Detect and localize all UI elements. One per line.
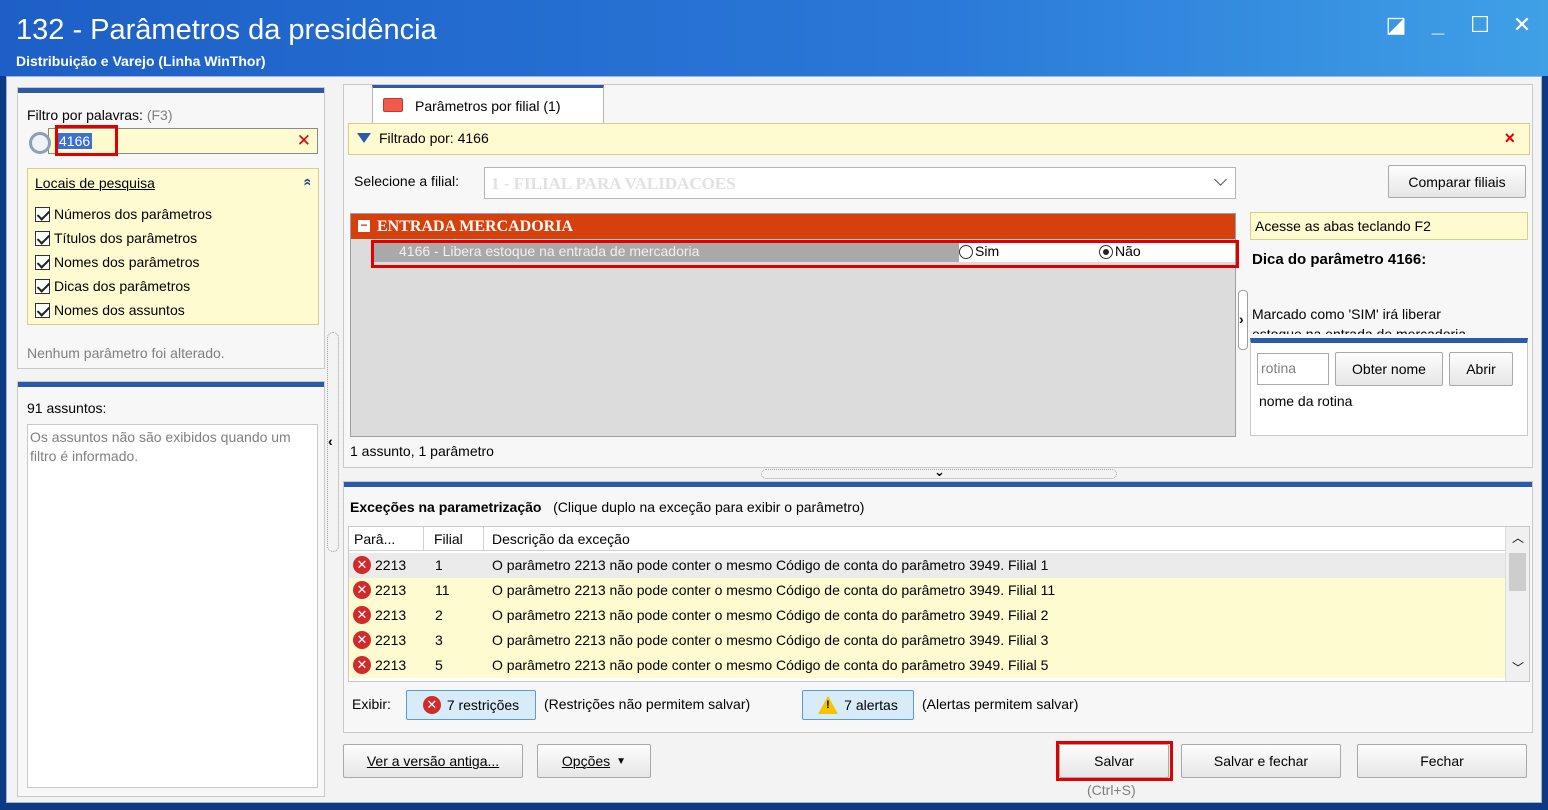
tip-title: Dica do parâmetro 4166: (1252, 251, 1427, 268)
parameter-highlight (371, 240, 1239, 268)
subjects-empty-text: Os assuntos não são exibidos quando um f… (30, 429, 291, 464)
scroll-up-icon[interactable]: ︿ (1512, 529, 1524, 546)
panel-accent (18, 88, 324, 93)
panel-accent (18, 382, 324, 387)
get-name-button[interactable]: Obter nome (1335, 352, 1443, 386)
params-panel: Parâmetros por filial (1) Filtrado por: … (343, 84, 1533, 468)
window-controls: ◪ _ ☐ ✕ (1384, 12, 1534, 38)
table-row[interactable]: ✕ 2213 5 O parâmetro 2213 não pode conte… (349, 653, 1505, 678)
table-row[interactable]: ✕ 2213 1 O parâmetro 2213 não pode conte… (349, 553, 1505, 578)
error-icon: ✕ (353, 581, 371, 599)
maximize-icon[interactable]: ☐ (1468, 12, 1492, 38)
alerts-note: (Alertas permitem salvar) (922, 696, 1079, 712)
exceptions-panel: Exceções na parametrização (Clique duplo… (343, 481, 1533, 733)
scroll-thumb[interactable] (1509, 553, 1526, 591)
search-locations: Locais de pesquisa » Números dos parâmet… (27, 168, 319, 325)
funnel-icon (357, 133, 371, 143)
tip-hint: Acesse as abas teclando F2 (1250, 212, 1528, 240)
minimize-icon[interactable]: _ (1426, 12, 1450, 38)
chevron-down-icon (1214, 173, 1227, 186)
open-button[interactable]: Abrir (1449, 352, 1513, 386)
summary-text: 1 assunto, 1 parâmetro (350, 443, 494, 459)
panel-accent (344, 482, 1532, 487)
filter-banner-text: Filtrado por: 4166 (379, 130, 489, 146)
subjects-count: 91 assuntos: (27, 400, 107, 416)
save-close-button[interactable]: Salvar e fechar (1181, 744, 1341, 778)
checkbox-subject-names[interactable]: Nomes dos assuntos (35, 298, 212, 322)
save-highlight (1056, 741, 1173, 781)
collapse-group-icon[interactable]: − (358, 219, 370, 232)
tab-label: Parâmetros por filial (1) (415, 98, 561, 114)
group-header[interactable]: − ENTRADA MERCADORIA (351, 214, 1235, 239)
branch-value: 1 - FILIAL PARA VALIDACOES (491, 174, 736, 193)
splitter-arrow-icon[interactable]: ‹ (328, 433, 333, 449)
scroll-down-icon[interactable]: ﹀ (1512, 659, 1524, 676)
window-client: Filtro por palavras: (F3) 4166 ✕ Locais … (6, 76, 1542, 803)
clear-filter-icon[interactable]: ✕ (297, 131, 311, 151)
show-label: Exibir: (352, 696, 391, 712)
warning-icon: ! (818, 696, 839, 714)
error-icon: ✕ (422, 696, 441, 714)
restore-icon[interactable]: ◪ (1384, 12, 1408, 38)
routine-name-label: nome da rotina (1259, 393, 1353, 409)
branch-select[interactable]: 1 - FILIAL PARA VALIDACOES (484, 167, 1236, 199)
filter-panel: Filtro por palavras: (F3) 4166 ✕ Locais … (17, 87, 325, 369)
restrictions-button[interactable]: ✕ 7 restrições (406, 690, 536, 720)
tip-body: Marcado como 'SIM' irá liberar estoque na… (1252, 306, 1467, 334)
error-icon: ✕ (353, 631, 371, 649)
error-icon: ✕ (353, 606, 371, 624)
title-bar: 132 - Parâmetros da presidência Distribu… (0, 0, 1548, 76)
old-version-button[interactable]: Ver a versão antiga... (343, 744, 523, 778)
window-title: 132 - Parâmetros da presidência (16, 14, 437, 46)
options-button[interactable]: Opções ▼ (537, 744, 651, 778)
scrollbar[interactable]: ︿ ﹀ (1505, 527, 1529, 681)
table-header: Parâ... Filial Descrição da exceção (349, 527, 1505, 551)
column-description[interactable]: Descrição da exceção (492, 531, 630, 547)
checkbox-param-tips[interactable]: Dicas dos parâmetros (35, 274, 212, 298)
subjects-list[interactable]: Os assuntos não são exibidos quando um f… (27, 424, 318, 788)
table-row[interactable]: ✕ 2213 11 O parâmetro 2213 não pode cont… (349, 578, 1505, 603)
dropdown-arrow-icon: ▼ (616, 755, 627, 767)
column-param[interactable]: Parâ... (354, 531, 395, 547)
filter-label: Filtro por palavras: (F3) (27, 107, 173, 123)
tab-params-by-branch[interactable]: Parâmetros por filial (1) (372, 85, 604, 123)
error-icon: ✕ (353, 656, 371, 674)
group-title: ENTRADA MERCADORIA (377, 218, 574, 235)
folder-icon (383, 98, 403, 112)
exceptions-header: Exceções na parametrização (Clique duplo… (350, 499, 865, 515)
no-change-text: Nenhum parâmetro foi alterado. (27, 345, 225, 361)
exceptions-table: Parâ... Filial Descrição da exceção ✕ 22… (348, 526, 1530, 682)
branch-label: Selecione a filial: (354, 173, 460, 189)
splitter-down-icon[interactable]: ⌄ (934, 464, 945, 480)
checkbox-param-names[interactable]: Nomes dos parâmetros (35, 250, 212, 274)
search-locations-title[interactable]: Locais de pesquisa (35, 175, 155, 191)
search-icon (29, 132, 51, 154)
subjects-panel: 91 assuntos: Os assuntos não são exibido… (17, 381, 325, 797)
column-branch[interactable]: Filial (434, 531, 463, 547)
routine-input[interactable]: rotina (1257, 353, 1329, 385)
parameter-grid: − ENTRADA MERCADORIA 4166 - Libera estoq… (350, 213, 1239, 437)
table-row[interactable]: ✕ 2213 3 O parâmetro 2213 não pode conte… (349, 628, 1505, 653)
checkbox-param-numbers[interactable]: Números dos parâmetros (35, 202, 212, 226)
save-shortcut: (Ctrl+S) (1087, 782, 1136, 798)
filter-banner: Filtrado por: 4166 × (348, 123, 1530, 155)
window-subtitle: Distribuição e Varejo (Linha WinThor) (16, 53, 266, 69)
collapse-icon[interactable]: » (298, 178, 314, 186)
search-locations-list: Números dos parâmetros Títulos dos parâm… (35, 202, 212, 322)
close-filter-icon[interactable]: × (1504, 128, 1515, 149)
checkbox-param-titles[interactable]: Títulos dos parâmetros (35, 226, 212, 250)
error-icon: ✕ (353, 556, 371, 574)
compare-branches-button[interactable]: Comparar filiais (1388, 165, 1526, 198)
routine-panel: rotina Obter nome Abrir nome da rotina (1250, 338, 1528, 436)
table-row[interactable]: ✕ 2213 2 O parâmetro 2213 não pode conte… (349, 603, 1505, 628)
alerts-button[interactable]: ! 7 alertas (802, 690, 914, 720)
close-icon[interactable]: ✕ (1510, 12, 1534, 38)
filter-highlight (55, 125, 118, 156)
restrictions-note: (Restrições não permitem salvar) (544, 696, 751, 712)
chevron-right-icon[interactable]: › (1239, 311, 1244, 327)
close-button[interactable]: Fechar (1357, 744, 1527, 778)
